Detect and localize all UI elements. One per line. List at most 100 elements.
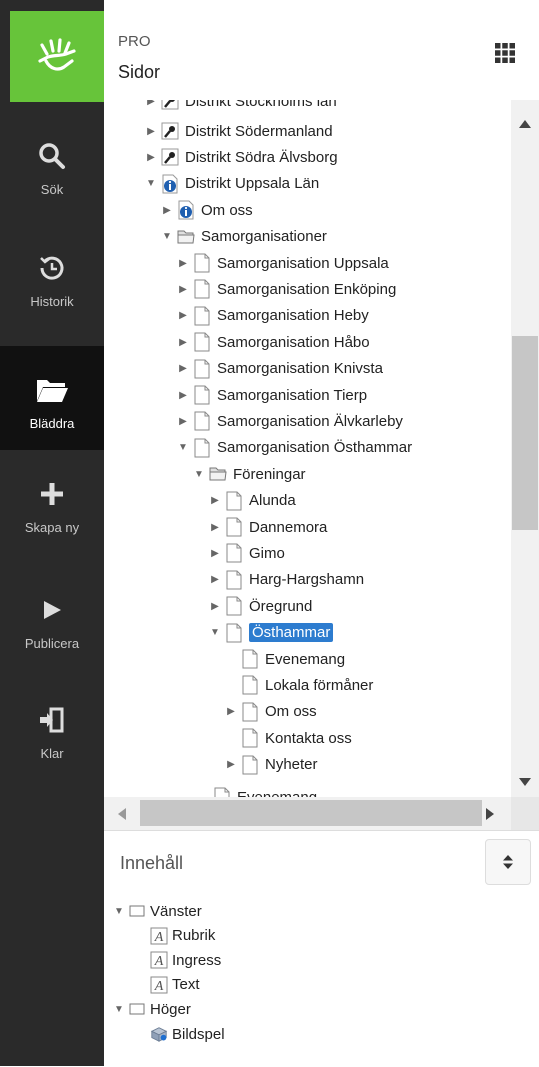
content-row[interactable]: A Text [134,973,200,997]
text-block-icon: A [150,926,168,946]
sort-button[interactable] [485,839,531,885]
scroll-up-icon[interactable] [519,120,531,128]
play-icon [0,592,104,628]
tree-item-label: Samorganisation Tierp [217,386,368,404]
tree-item-label: Harg-Hargshamn [249,571,365,589]
tree-row[interactable]: ▶ Samorganisation Håbo [176,329,370,355]
page-icon [193,359,211,379]
tree-row[interactable]: ▼ Föreningar [192,461,306,487]
expand-toggle[interactable]: ▶ [224,706,238,717]
content-row[interactable]: ▼ Höger [112,997,191,1021]
expand-toggle[interactable]: ▶ [176,390,190,401]
expand-toggle[interactable]: ▶ [176,363,190,374]
tree-item-label: Lokala förmåner [265,676,374,694]
content-row[interactable]: A Rubrik [134,924,215,948]
sort-icon [503,855,513,869]
content-item-label: Text [172,976,200,994]
tree-row[interactable]: ▶ Samorganisation Heby [176,303,369,329]
expand-toggle[interactable]: ▶ [208,548,222,559]
tree-row[interactable]: ▼ Samorganisation Östhammar [176,435,412,461]
expand-toggle[interactable]: ▶ [160,205,174,216]
tree-row[interactable]: ▶ Samorganisation Enköping [176,276,396,302]
horizontal-scroll-thumb[interactable] [140,800,482,826]
tree-item-label: Om oss [265,703,317,721]
sidebar-item-klar[interactable]: Klar [0,676,104,780]
tree-row[interactable]: ▼ Distrikt Uppsala Län [144,171,319,197]
scroll-right-icon[interactable] [486,808,494,820]
expand-toggle[interactable]: ▶ [144,100,158,107]
page-icon [193,253,211,273]
sidebar-item-label: Publicera [24,636,80,651]
key-icon [161,147,179,167]
expand-toggle[interactable]: ▶ [144,152,158,163]
tree-item-label: Samorganisationer [201,228,327,246]
tree-row-partial[interactable]: ▶ Distrikt Stockholms län [144,100,337,114]
sidebar-item-publicera[interactable]: Publicera [0,566,104,670]
tree-row[interactable]: ▶ Dannemora [208,514,327,540]
collapse-toggle[interactable]: ▼ [112,906,126,917]
content-item-label: Ingress [172,951,222,969]
collapse-toggle[interactable]: ▼ [160,231,174,242]
content-item-label: Höger [150,1000,191,1018]
collapse-toggle[interactable]: ▼ [176,442,190,453]
page-icon [241,649,259,669]
scroll-down-icon[interactable] [519,778,531,786]
collapse-toggle[interactable]: ▼ [192,469,206,480]
tree-row[interactable]: ▼ Östhammar [208,620,334,646]
page-title: Sidor [118,62,161,82]
tree-row[interactable]: ▶ Om oss [160,197,253,223]
sidebar-item-sök[interactable]: Sök [0,112,104,216]
tree-row[interactable]: ▶ Samorganisation Uppsala [176,250,389,276]
tree-row[interactable]: ▶ Distrikt Södermanland [144,118,333,144]
content-item-label: Bildspel [172,1025,225,1043]
tree-row[interactable]: ▶ Nyheter [224,752,318,778]
scroll-left-icon[interactable] [118,808,126,820]
content-row[interactable]: ▼ Vänster [112,899,202,923]
tree-item-label: Gimo [249,544,285,562]
app-grid-icon[interactable] [495,43,515,63]
tree-row-partial[interactable]: ▶ Evenemang [196,784,317,797]
expand-toggle[interactable]: ▶ [224,759,238,770]
expand-toggle[interactable]: ▶ [144,126,158,137]
tree-item-label: Evenemang [237,788,318,798]
expand-toggle[interactable]: ▶ [176,310,190,321]
expand-toggle[interactable]: ▶ [208,522,222,533]
tree-row[interactable]: Kontakta oss [224,725,352,751]
expand-toggle[interactable]: ▶ [176,284,190,295]
tree-row[interactable]: ▶ Distrikt Södra Älvsborg [144,144,338,170]
info-page-icon [161,174,179,194]
sidebar-item-historik[interactable]: Historik [0,224,104,328]
expand-toggle[interactable]: ▶ [208,574,222,585]
logo[interactable] [10,11,104,102]
tree-row[interactable]: ▶ Om oss [224,699,317,725]
vertical-scroll-thumb[interactable] [512,336,538,530]
sidebar-item-bläddra[interactable]: Bläddra [0,346,104,450]
folder-icon [0,372,104,408]
tree-row[interactable]: Lokala förmåner [224,672,373,698]
tree-row[interactable]: ▶ Samorganisation Älvkarleby [176,408,403,434]
tree-row[interactable]: ▶ Gimo [208,540,285,566]
exit-icon [0,702,104,738]
sidebar-item-skapa-ny[interactable]: Skapa ny [0,450,104,554]
page-icon [225,491,243,511]
expand-toggle[interactable]: ▶ [176,258,190,269]
tree-row[interactable]: ▶ Öregrund [208,593,312,619]
tree-row[interactable]: ▶ Alunda [208,488,296,514]
tree-row[interactable]: ▶ Samorganisation Knivsta [176,356,383,382]
expand-toggle[interactable]: ▶ [176,337,190,348]
slideshow-icon [150,1024,168,1044]
collapse-toggle[interactable]: ▼ [112,1004,126,1015]
expand-toggle[interactable]: ▶ [176,416,190,427]
content-row[interactable]: A Ingress [134,948,221,972]
svg-text:A: A [154,979,164,994]
tree-row[interactable]: ▶ Samorganisation Tierp [176,382,367,408]
collapse-toggle[interactable]: ▼ [144,178,158,189]
tree-row[interactable]: ▼ Samorganisationer [160,224,327,250]
tree-row[interactable]: Evenemang [224,646,345,672]
expand-toggle[interactable]: ▶ [208,495,222,506]
collapse-toggle[interactable]: ▼ [208,627,222,638]
expand-toggle[interactable]: ▶ [208,601,222,612]
tree-row[interactable]: ▶ Harg-Hargshamn [208,567,364,593]
plus-icon [0,476,104,512]
content-row[interactable]: Bildspel [134,1022,225,1046]
